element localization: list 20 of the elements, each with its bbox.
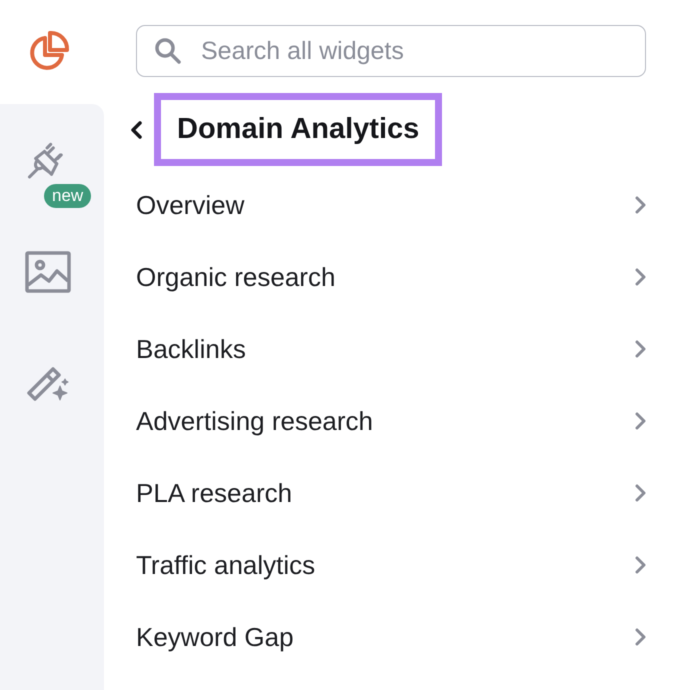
section-title: Domain Analytics [154,93,442,166]
chevron-right-icon [634,339,646,359]
image-icon[interactable] [25,251,71,293]
new-badge: new [44,184,92,208]
search-icon [154,37,182,65]
chevron-right-icon [634,195,646,215]
chevron-right-icon [634,627,646,647]
back-chevron-icon[interactable] [130,120,144,140]
menu-item[interactable]: Advertising research [136,385,646,457]
chevron-right-icon [634,483,646,503]
menu-item[interactable]: Keyword Gap [136,601,646,673]
chevron-right-icon [634,411,646,431]
search-field[interactable]: Search all widgets [136,25,646,77]
menu-item[interactable]: Traffic analytics [136,529,646,601]
menu-item[interactable]: PLA research [136,457,646,529]
chevron-right-icon [634,267,646,287]
chevron-right-icon [634,555,646,575]
menu-item[interactable]: Organic research [136,241,646,313]
menu-item[interactable]: Overview [136,169,646,241]
menu-item[interactable]: Backlinks [136,313,646,385]
